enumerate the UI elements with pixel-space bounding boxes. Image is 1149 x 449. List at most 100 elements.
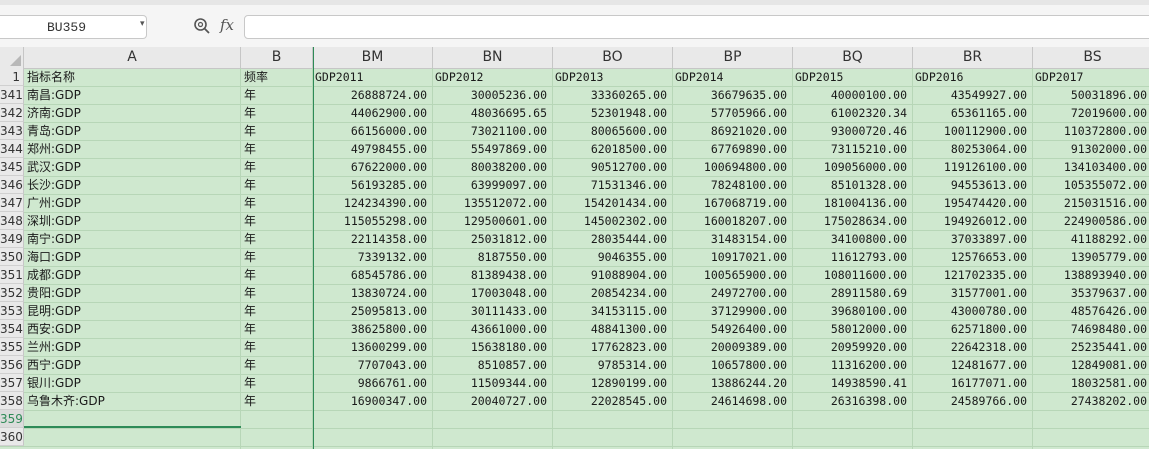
table-cell[interactable]: 67622000.00 [313,158,433,176]
table-cell[interactable]: 16177071.00 [913,374,1033,392]
table-cell[interactable]: 48841300.00 [553,320,673,338]
table-cell[interactable] [433,428,553,446]
column-header-bo[interactable]: BO [553,47,673,68]
table-cell[interactable] [793,410,913,428]
table-cell[interactable]: 11612793.00 [793,248,913,266]
header-cell[interactable]: GDP2016 [913,68,1033,86]
table-cell[interactable] [313,410,433,428]
row-header-341[interactable]: 341 [0,86,24,104]
row-header-354[interactable]: 354 [0,320,24,338]
table-cell[interactable]: 121702335.00 [913,266,1033,284]
table-cell[interactable]: 35379637.00 [1033,284,1149,302]
table-cell[interactable]: 26888724.00 [313,86,433,104]
formula-input[interactable] [244,15,1149,39]
table-cell[interactable]: 13886244.20 [673,374,793,392]
table-cell[interactable]: 8187550.00 [433,248,553,266]
table-cell[interactable]: 67769890.00 [673,140,793,158]
header-cell[interactable]: GDP2011 [313,68,433,86]
table-cell[interactable] [553,410,673,428]
table-cell[interactable]: 17003048.00 [433,284,553,302]
column-header-bm[interactable]: BM [313,47,433,68]
table-cell[interactable]: 济南:GDP [24,104,241,122]
table-cell[interactable]: 37129900.00 [673,302,793,320]
table-cell[interactable]: 181004136.00 [793,194,913,212]
table-cell[interactable]: 93000720.46 [793,122,913,140]
table-cell[interactable]: 80065600.00 [553,122,673,140]
table-cell[interactable]: 73115210.00 [793,140,913,158]
table-cell[interactable]: 22114358.00 [313,230,433,248]
table-cell[interactable]: 48036695.65 [433,104,553,122]
table-cell[interactable]: 94553613.00 [913,176,1033,194]
column-header-a[interactable]: A [24,47,241,68]
table-cell[interactable]: 86921020.00 [673,122,793,140]
table-cell[interactable]: 15638180.00 [433,338,553,356]
table-cell[interactable]: 80038200.00 [433,158,553,176]
table-cell[interactable]: 80253064.00 [913,140,1033,158]
table-cell[interactable]: 56193285.00 [313,176,433,194]
table-cell[interactable]: 8510857.00 [433,356,553,374]
table-cell[interactable]: 24614698.00 [673,392,793,410]
table-cell[interactable]: 24972700.00 [673,284,793,302]
table-cell[interactable]: 74698480.00 [1033,320,1149,338]
table-cell[interactable]: 124234390.00 [313,194,433,212]
table-cell[interactable]: 22642318.00 [913,338,1033,356]
table-cell[interactable]: 62018500.00 [553,140,673,158]
table-cell[interactable]: 长沙:GDP [24,176,241,194]
row-header-349[interactable]: 349 [0,230,24,248]
spreadsheet-grid[interactable]: A B BM BN BO BP BQ BR BS 1 指标名称 频率 GDP2011 GDP2012 GD… [0,47,1149,449]
table-cell[interactable]: 9785314.00 [553,356,673,374]
table-cell[interactable]: 91302000.00 [1033,140,1149,158]
table-cell[interactable]: 7339132.00 [313,248,433,266]
table-cell[interactable]: 南昌:GDP [24,86,241,104]
table-cell[interactable]: 20009389.00 [673,338,793,356]
table-cell[interactable]: 深圳:GDP [24,212,241,230]
table-cell[interactable] [24,428,241,446]
table-cell[interactable]: 12890199.00 [553,374,673,392]
table-cell[interactable] [313,428,433,446]
table-cell[interactable]: 12576653.00 [913,248,1033,266]
table-cell[interactable]: 28035444.00 [553,230,673,248]
table-cell[interactable]: 广州:GDP [24,194,241,212]
table-cell[interactable]: 72019600.00 [1033,104,1149,122]
table-cell[interactable]: 年 [241,122,313,140]
table-cell[interactable]: 年 [241,230,313,248]
table-cell[interactable]: 34100800.00 [793,230,913,248]
table-cell[interactable]: 105355072.00 [1033,176,1149,194]
table-cell[interactable]: 39680100.00 [793,302,913,320]
table-cell[interactable]: 20854234.00 [553,284,673,302]
table-cell[interactable]: 52301948.00 [553,104,673,122]
table-cell[interactable]: 13905779.00 [1033,248,1149,266]
table-cell[interactable]: 年 [241,86,313,104]
table-cell[interactable]: 50031896.00 [1033,86,1149,104]
table-cell[interactable]: 91088904.00 [553,266,673,284]
table-cell[interactable]: 31577001.00 [913,284,1033,302]
header-cell[interactable]: GDP2017 [1033,68,1149,86]
column-header-bs[interactable]: BS [1033,47,1149,68]
table-cell[interactable]: 63999097.00 [433,176,553,194]
table-cell[interactable]: 年 [241,158,313,176]
header-cell[interactable]: GDP2012 [433,68,553,86]
header-cell[interactable]: GDP2014 [673,68,793,86]
table-cell[interactable] [24,410,241,428]
table-cell[interactable] [673,410,793,428]
row-header-345[interactable]: 345 [0,158,24,176]
table-cell[interactable]: 兰州:GDP [24,338,241,356]
table-cell[interactable]: 年 [241,212,313,230]
chevron-down-icon[interactable]: ▾ [140,19,145,29]
table-cell[interactable]: 西安:GDP [24,320,241,338]
row-header-355[interactable]: 355 [0,338,24,356]
row-header-353[interactable]: 353 [0,302,24,320]
table-cell[interactable]: 13830724.00 [313,284,433,302]
table-cell[interactable]: 28911580.69 [793,284,913,302]
zoom-icon[interactable] [193,17,211,35]
table-cell[interactable] [241,428,313,446]
table-cell[interactable]: 215031516.00 [1033,194,1149,212]
table-cell[interactable] [241,410,313,428]
row-header-360[interactable]: 360 [0,428,24,446]
table-cell[interactable]: 27438202.00 [1033,392,1149,410]
table-cell[interactable]: 194926012.00 [913,212,1033,230]
table-cell[interactable]: 44062900.00 [313,104,433,122]
table-cell[interactable]: 年 [241,356,313,374]
table-cell[interactable]: 109056000.00 [793,158,913,176]
table-cell[interactable] [793,428,913,446]
